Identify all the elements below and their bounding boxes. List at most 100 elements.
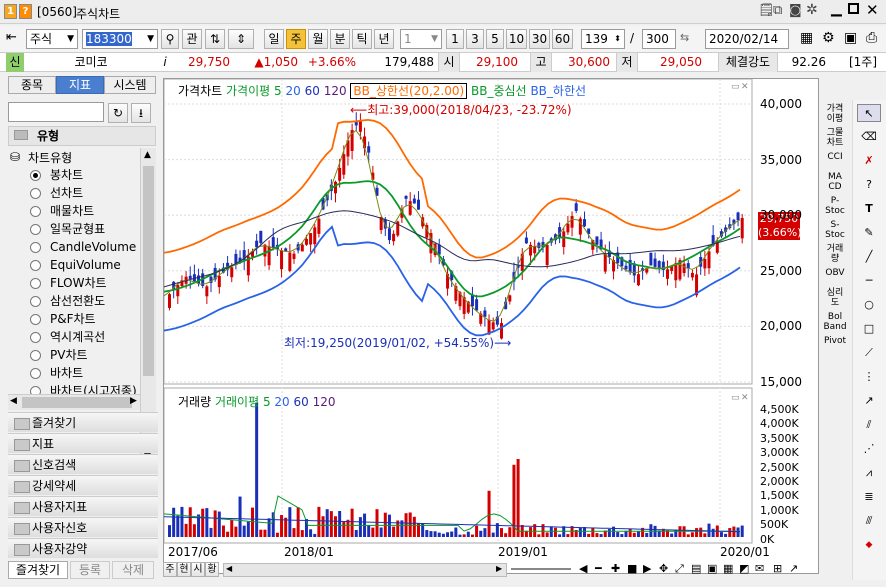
- exchange-button[interactable]: ⇅: [205, 29, 225, 49]
- bottom-btn-status[interactable]: 황: [205, 562, 219, 577]
- count-stepper[interactable]: 139 ⬍: [581, 29, 625, 49]
- chart-type-item[interactable]: 선차트: [50, 184, 83, 202]
- folder-strength[interactable]: 강세약세: [8, 475, 158, 495]
- tab-stock[interactable]: 종목: [8, 76, 56, 94]
- legend-avg-120[interactable]: 120: [324, 84, 347, 98]
- indicator-search-input[interactable]: [8, 102, 104, 122]
- image-icon[interactable]: ◩: [739, 562, 749, 575]
- gann-tool-icon[interactable]: ⋰: [857, 440, 881, 458]
- chart-type-item[interactable]: 매물차트: [50, 202, 94, 220]
- legend-vol-avg[interactable]: 거래이평: [215, 395, 259, 409]
- adjust-icon[interactable]: ⇆: [680, 31, 689, 44]
- radio-10[interactable]: [30, 350, 41, 361]
- period-year[interactable]: 년: [374, 29, 394, 49]
- period-tick[interactable]: 틱: [352, 29, 372, 49]
- num-30-button[interactable]: 30: [529, 29, 550, 49]
- chart-type-item[interactable]: 역시계곡선: [50, 328, 105, 346]
- radio-3[interactable]: [30, 224, 41, 235]
- hscroll-thumb[interactable]: [22, 397, 132, 408]
- stop-icon[interactable]: ■: [627, 562, 637, 575]
- andrews-tool-icon[interactable]: ⩘: [857, 464, 881, 482]
- market-select[interactable]: 주식 ▼: [26, 29, 78, 49]
- bottom-btn-week[interactable]: 주: [163, 562, 177, 577]
- delete-button[interactable]: 삭제: [112, 561, 154, 579]
- indicator-item[interactable]: 거래 량: [820, 244, 850, 264]
- vol-panel-minimize-icon[interactable]: ▭: [731, 393, 740, 403]
- radio-8[interactable]: [30, 314, 41, 325]
- indicator-item[interactable]: Bol Band: [820, 312, 850, 332]
- grid-icon[interactable]: ▦: [723, 562, 733, 575]
- chart-type-item[interactable]: 삼선전환도: [50, 292, 105, 310]
- chart-type-item[interactable]: EquiVolume: [50, 256, 121, 274]
- chart-type-item[interactable]: 봉차트: [50, 166, 83, 184]
- radio-0[interactable]: [30, 170, 41, 181]
- fib-tool-icon[interactable]: ⋮: [857, 368, 881, 386]
- draw-icon[interactable]: ↗: [789, 562, 798, 575]
- indicator-item[interactable]: CCI: [820, 152, 850, 162]
- minus-icon[interactable]: ━: [595, 562, 602, 575]
- prev-next-icon[interactable]: ⇤: [6, 30, 17, 45]
- radio-7[interactable]: [30, 296, 41, 307]
- chart-type-group[interactable]: 차트유형: [28, 149, 72, 166]
- legend-avg[interactable]: 가격이평: [226, 84, 270, 98]
- all-delete-icon[interactable]: ✗: [857, 152, 881, 170]
- mail-icon[interactable]: ✉: [755, 562, 764, 575]
- radio-11[interactable]: [30, 368, 41, 379]
- time-scrollbar[interactable]: ◀ ▶: [223, 563, 507, 577]
- radio-5[interactable]: [30, 260, 41, 271]
- download-icon[interactable]: ⭳: [131, 103, 151, 123]
- indicator-item[interactable]: 그물 차트: [820, 128, 850, 148]
- legend-avg-5[interactable]: 5: [274, 84, 282, 98]
- legend-avg-60[interactable]: 60: [305, 84, 320, 98]
- num-3-button[interactable]: 3: [466, 29, 484, 49]
- help-tool-icon[interactable]: ?: [857, 176, 881, 194]
- save-icon[interactable]: ▣: [844, 30, 857, 46]
- indicator-item[interactable]: MA CD: [820, 172, 850, 192]
- tab-indicator[interactable]: 지표: [56, 76, 104, 94]
- scroll-right-icon[interactable]: ▶: [496, 564, 502, 573]
- num-1-button[interactable]: 1: [446, 29, 464, 49]
- zoom-out-icon[interactable]: ◀: [579, 562, 587, 575]
- folder-indicators[interactable]: 지표: [8, 433, 158, 453]
- camera-icon[interactable]: ◙: [789, 3, 802, 18]
- radio-1[interactable]: [30, 188, 41, 199]
- chart-frame[interactable]: 가격차트 가격이평 5 20 60 120 BB_상한선(20,2.00) BB…: [163, 78, 819, 574]
- play-icon[interactable]: ▶: [643, 562, 651, 575]
- radio-4[interactable]: [30, 242, 41, 253]
- legend-volume[interactable]: 거래량: [178, 395, 211, 409]
- indicator-item[interactable]: OBV: [820, 268, 850, 278]
- gear-icon[interactable]: ✲: [806, 2, 818, 18]
- period-minute[interactable]: 분: [330, 29, 350, 49]
- legend-vol-5[interactable]: 5: [263, 395, 271, 409]
- scroll-up-icon[interactable]: ▲: [144, 150, 151, 160]
- indicator-item[interactable]: Pivot: [820, 336, 850, 346]
- panel-minimize-icon[interactable]: ▭: [731, 82, 740, 92]
- legend-bb-upper[interactable]: BB_상한선(20,2.00): [350, 83, 468, 99]
- num-60-button[interactable]: 60: [552, 29, 573, 49]
- plus-icon[interactable]: ✚: [611, 562, 620, 575]
- minimize-icon[interactable]: ▁: [831, 1, 842, 17]
- indicator-item[interactable]: S- Stoc: [820, 220, 850, 240]
- radio-9[interactable]: [30, 332, 41, 343]
- legend-vol-20[interactable]: 20: [274, 395, 289, 409]
- chart-type-item[interactable]: FLOW차트: [50, 274, 107, 292]
- tab-system[interactable]: 시스템: [104, 76, 156, 94]
- maximize-icon[interactable]: [848, 3, 859, 14]
- folder-signal-search[interactable]: 신호검색: [8, 454, 158, 474]
- search-button[interactable]: ⚲: [161, 29, 179, 49]
- bottom-btn-market[interactable]: 시: [191, 562, 205, 577]
- spin-button[interactable]: ⇕: [228, 29, 254, 49]
- legend-bb-mid[interactable]: BB_중심선: [471, 84, 527, 98]
- expand-icon[interactable]: ⤢: [675, 562, 684, 576]
- layout-icon[interactable]: ⊞: [773, 562, 782, 575]
- table-icon[interactable]: ▦: [800, 30, 813, 46]
- tag-button[interactable]: 관: [182, 29, 202, 49]
- channel-tool-icon[interactable]: ⫽: [857, 416, 881, 434]
- period-day[interactable]: 일: [264, 29, 284, 49]
- register-button[interactable]: 등록: [70, 561, 110, 579]
- pen-tool-icon[interactable]: ✎: [857, 224, 881, 242]
- trend-tool-icon[interactable]: ⟋: [857, 344, 881, 362]
- excel-icon[interactable]: ▤: [691, 562, 701, 575]
- chart-type-item[interactable]: 일목균형표: [50, 220, 105, 238]
- scroll-left-icon[interactable]: ◀: [226, 564, 232, 573]
